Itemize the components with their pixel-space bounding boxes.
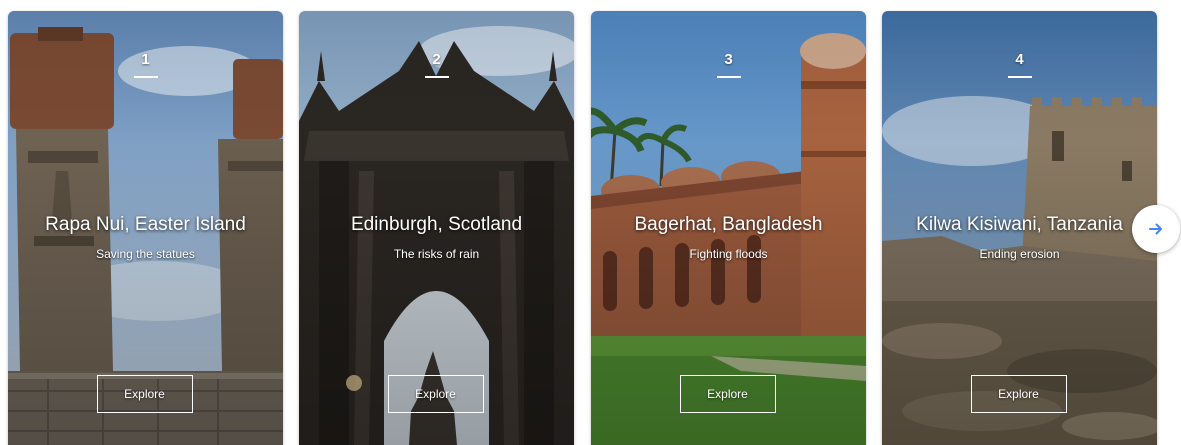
card-kilwa-kisiwani[interactable]: 4 Kilwa Kisiwani, Tanzania Ending erosio… <box>882 11 1157 445</box>
card-number-underline <box>424 76 449 78</box>
card-title: Bagerhat, Bangladesh <box>634 214 823 235</box>
card-subtitle: Ending erosion <box>979 247 1060 261</box>
card-subtitle: Fighting floods <box>689 247 768 261</box>
story-carousel: 1 Rapa Nui, Easter Island Saving the sta… <box>0 0 1181 445</box>
explore-button[interactable]: Explore <box>96 375 193 413</box>
next-arrow-button[interactable] <box>1132 205 1180 253</box>
explore-button[interactable]: Explore <box>679 375 776 413</box>
card-number: 2 <box>432 51 441 68</box>
card-subtitle: Saving the statues <box>96 247 195 261</box>
card-title: Edinburgh, Scotland <box>350 214 523 235</box>
card-number-underline <box>716 76 741 78</box>
card-edinburgh[interactable]: 2 Edinburgh, Scotland The risks of rain … <box>299 11 574 445</box>
card-number: 1 <box>141 51 150 68</box>
card-number-underline <box>133 76 158 78</box>
arrow-right-icon <box>1149 223 1162 235</box>
card-subtitle: The risks of rain <box>393 247 480 261</box>
explore-button[interactable]: Explore <box>387 375 484 413</box>
card-bagerhat[interactable]: 3 Bagerhat, Bangladesh Fighting floods E… <box>591 11 866 445</box>
card-number: 3 <box>724 51 733 68</box>
card-title: Kilwa Kisiwani, Tanzania <box>916 214 1123 235</box>
card-title: Rapa Nui, Easter Island <box>45 214 246 235</box>
card-number-underline <box>1007 76 1032 78</box>
card-number: 4 <box>1015 51 1024 68</box>
explore-button[interactable]: Explore <box>970 375 1067 413</box>
card-rapa-nui[interactable]: 1 Rapa Nui, Easter Island Saving the sta… <box>8 11 283 445</box>
